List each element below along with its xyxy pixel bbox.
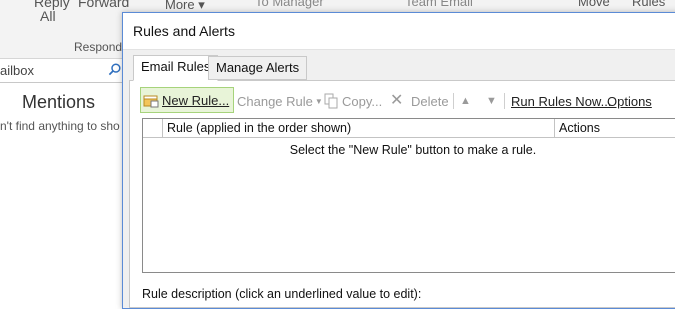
dialog-titlebar[interactable]: Rules and Alerts: [123, 13, 675, 50]
change-rule-button[interactable]: Change Rule ▼: [237, 88, 323, 114]
search-mailbox-field[interactable]: ailbox: [0, 60, 125, 83]
mentions-empty-message: n't find anything to sho: [0, 119, 120, 133]
reply-all-label: All: [40, 8, 56, 24]
move-button[interactable]: Move: [578, 0, 610, 9]
rules-empty-message: Select the "New Rule" button to make a r…: [289, 143, 537, 157]
options-label: Options: [607, 93, 652, 109]
copy-label: Copy...: [342, 93, 383, 109]
copy-button[interactable]: Copy...: [323, 88, 382, 114]
change-rule-dropdown-icon: ▼: [314, 96, 323, 106]
column-header-rule[interactable]: Rule (applied in the order shown): [162, 119, 553, 137]
toolbar-separator: [453, 93, 454, 109]
run-rules-now-button[interactable]: Run Rules Now...: [511, 88, 611, 114]
tab-email-rules[interactable]: Email Rules: [133, 55, 219, 81]
mentions-heading: Mentions: [22, 92, 96, 112]
team-email-quickstep[interactable]: Team Email: [405, 0, 473, 9]
move-down-icon: ▼: [486, 95, 497, 107]
new-rule-icon: [143, 95, 159, 108]
search-icon[interactable]: [108, 63, 121, 76]
delete-icon: ✕: [390, 92, 404, 109]
forward-button[interactable]: Forward: [78, 0, 129, 10]
search-input[interactable]: ailbox: [0, 63, 34, 78]
rules-list-header: Rule (applied in the order shown) Action…: [143, 119, 675, 138]
move-down-button[interactable]: ▼: [486, 88, 497, 114]
move-up-button[interactable]: ▲: [460, 88, 471, 114]
move-up-icon: ▲: [460, 95, 471, 107]
delete-button[interactable]: ✕ Delete: [390, 88, 449, 114]
change-rule-label: Change Rule: [237, 93, 313, 109]
tab-manage-alerts[interactable]: Manage Alerts: [208, 56, 308, 80]
delete-label: Delete: [411, 93, 449, 109]
dialog-title: Rules and Alerts: [133, 23, 235, 39]
new-rule-button[interactable]: New Rule...: [140, 87, 235, 113]
rules-list[interactable]: Rule (applied in the order shown) Action…: [142, 118, 675, 273]
respond-group-label: Respond: [74, 40, 123, 54]
options-button[interactable]: Options: [607, 88, 652, 114]
to-manager-quickstep[interactable]: To Manager: [255, 0, 324, 9]
toolbar-separator: [504, 93, 505, 109]
column-header-actions[interactable]: Actions: [554, 119, 675, 137]
checkbox-column-header: [143, 119, 161, 137]
new-rule-label: New Rule...: [162, 92, 230, 108]
rules-button[interactable]: Rules: [632, 0, 665, 9]
run-rules-now-label: Run Rules Now...: [511, 93, 612, 109]
copy-icon: [324, 93, 338, 109]
